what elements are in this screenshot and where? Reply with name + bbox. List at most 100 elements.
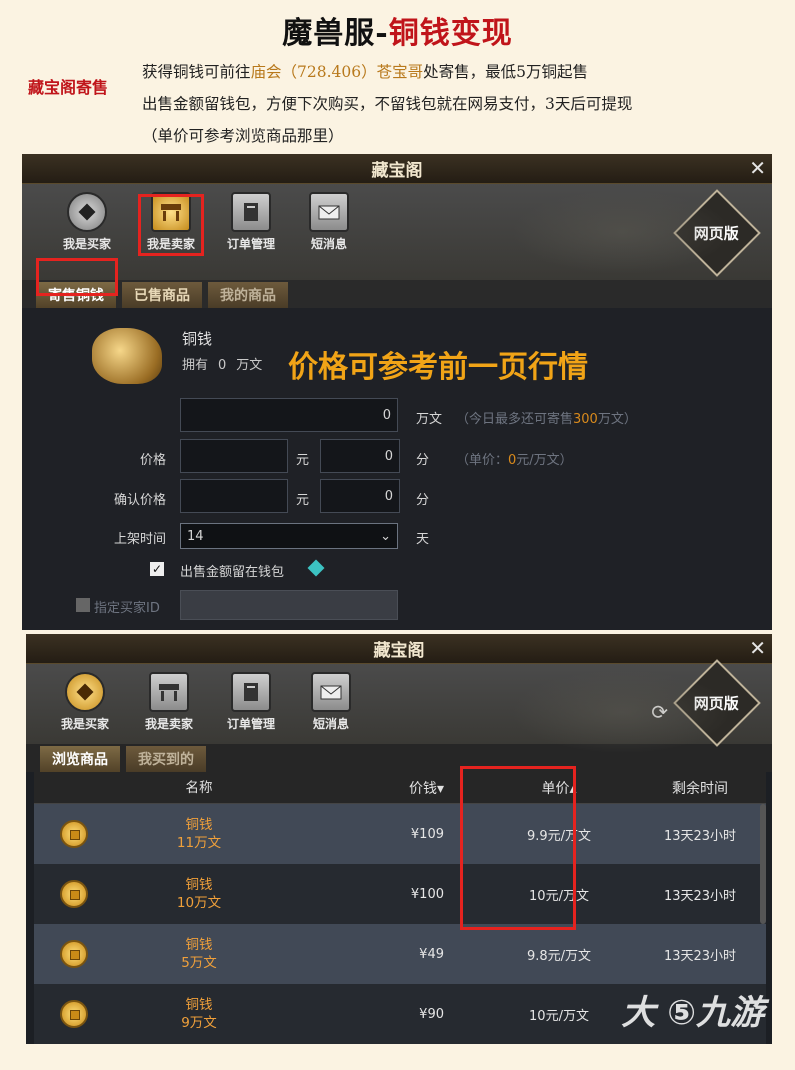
sell-form: 铜钱 拥有 0 万文 价格可参考前一页行情 0 万文 （今日最多还可寄售300万文）… [22,308,772,630]
note-line-2: 出售金额留钱包，方便下次购买，不留钱包就在网易支付，3天后可提现 [142,95,633,113]
fen-unit: 分 [416,453,430,468]
window-title: 藏宝阁 [373,641,425,661]
highlight-unit-price-box [460,766,576,930]
tab-my-items[interactable]: 我的商品 [208,282,288,308]
unit-price-post: 元/万文） [516,453,573,468]
own-amount: 拥有 0 万文 [182,354,262,373]
close-icon[interactable]: ✕ [749,636,766,660]
col-remaining[interactable]: 剩余时间 [634,778,766,798]
item-name: 铜钱 [185,877,213,893]
row-price: ¥90 [419,1006,444,1022]
row-name: 铜钱 10万文 [114,876,284,912]
highlight-sell-tab-box [36,258,118,296]
nav-buyer[interactable]: 我是买家 [56,192,118,252]
envelope-icon [311,672,351,712]
note-line-3: （单价可参考浏览商品那里） [142,127,344,145]
book-icon [231,672,271,712]
coin-icon [60,1000,88,1028]
nav-orders-label: 订单管理 [226,237,275,251]
buy-panel: 藏宝阁 ✕ 我是买家 我是卖家 订单管理 短消息 ⟳ 网页版 浏览商品 我买到的… [26,634,772,1044]
nav-buyer-label: 我是买家 [62,237,111,251]
nav-messages-label: 短消息 [312,717,349,731]
book-icon [231,192,271,232]
row-name: 铜钱 9万文 [114,996,284,1032]
price-label: 价格 [139,453,166,468]
tab-purchased[interactable]: 我买到的 [126,746,206,772]
amount-input[interactable]: 0 [180,398,398,432]
chevron-down-icon: ⌄ [380,528,391,544]
coin-icon [60,820,88,848]
buyer-id-checkbox[interactable] [76,598,90,612]
window-title: 藏宝阁 [371,161,423,181]
buyer-id-label: 指定买家ID [94,601,160,616]
buyer-id-input[interactable] [180,590,398,620]
amount-note: （今日最多还可寄售300万文） [456,408,637,427]
nav-orders[interactable]: 订单管理 [220,672,282,732]
coin-icon [65,672,105,712]
stall-icon [149,672,189,712]
row-remaining: 13天23小时 [663,888,737,904]
coin-icon [60,940,88,968]
item-qty: 10万文 [176,895,222,911]
price-hint-text: 价格可参考前一页行情 [288,350,588,385]
close-icon[interactable]: ✕ [749,156,766,180]
info-diamond-icon[interactable] [307,559,325,577]
amount-note-num: 300 [573,412,598,427]
watermark: 大 ⑤九游 [621,993,764,1033]
confirm-fen-input[interactable]: 0 [320,479,400,513]
yuan-unit: 元 [296,453,310,468]
listing-time-unit: 天 [416,532,430,547]
nav-seller[interactable]: 我是卖家 [138,672,200,732]
titlebar: 藏宝阁 ✕ [22,154,772,184]
listing-time-select[interactable]: 14 ⌄ [180,523,398,549]
tab-browse[interactable]: 浏览商品 [40,746,120,772]
nav-seller-label: 我是卖家 [144,717,193,731]
amount-note-pre: （今日最多还可寄售 [456,412,574,427]
row-name: 铜钱 5万文 [114,936,284,972]
note1-highlight: 庙会（728.406）苍宝哥 [250,63,424,81]
table-row[interactable]: 铜钱 5万文 ¥49 9.8元/万文 13天23小时 [34,924,766,984]
price-yuan-input[interactable] [180,439,288,473]
page-title: 魔兽服-铜钱变现 [0,8,795,52]
listing-time-label: 上架时间 [113,532,166,547]
item-name: 铜钱 [185,937,213,953]
col-price[interactable]: 价钱▾ [284,778,484,798]
unit-price-note: （单价：0元/万文） [456,449,573,468]
web-version-label: 网页版 [694,694,740,713]
item-name: 铜钱 [185,997,213,1013]
item-name: 铜钱 [182,330,213,348]
web-version-button[interactable]: 网页版 [673,189,761,277]
envelope-icon [309,192,349,232]
note-line-1: 获得铜钱可前往庙会（728.406）苍宝哥处寄售，最低5万铜起售 [142,60,588,82]
keep-wallet-label: 出售金额留在钱包 [180,565,285,580]
nav-buyer[interactable]: 我是买家 [54,672,116,732]
titlebar: 藏宝阁 ✕ [26,634,772,664]
table-header: 名称 价钱▾ 单价▴ 剩余时间 [34,772,766,804]
nav-messages[interactable]: 短消息 [298,192,360,252]
table-row[interactable]: 铜钱 11万文 ¥109 9.9元/万文 13天23小时 [34,804,766,864]
confirm-price-label: 确认价格 [113,493,166,508]
row-remaining: 13天23小时 [663,828,737,844]
refresh-icon[interactable]: ⟳ [651,700,668,724]
keep-wallet-checkbox[interactable]: ✓ [150,562,164,576]
tab-sold-items[interactable]: 已售商品 [122,282,202,308]
price-fen-input[interactable]: 0 [320,439,400,473]
own-value: 0 [218,358,227,373]
table-row[interactable]: 铜钱 10万文 ¥100 10元/万文 13天23小时 [34,864,766,924]
col-name[interactable]: 名称 [114,779,284,797]
confirm-yuan-input[interactable] [180,479,288,513]
scrollbar[interactable] [760,804,766,924]
row-name: 铜钱 11万文 [114,816,284,852]
nav-orders[interactable]: 订单管理 [220,192,282,252]
web-version-button[interactable]: 网页版 [673,659,761,747]
own-unit: 万文 [236,358,263,373]
item-qty: 5万文 [181,955,217,971]
row-price: ¥49 [419,946,444,962]
row-price: ¥100 [410,886,444,902]
note1-pre: 获得铜钱可前往 [142,63,251,81]
nav-messages[interactable]: 短消息 [300,672,362,732]
row-unit-price: 9.8元/万文 [526,948,592,964]
title-part1: 魔兽服- [282,16,389,51]
row-remaining: 13天23小时 [663,948,737,964]
sell-panel: 藏宝阁 ✕ 我是买家 我是卖家 订单管理 短消息 网页版 寄售铜钱 已售商品 我… [22,154,772,630]
